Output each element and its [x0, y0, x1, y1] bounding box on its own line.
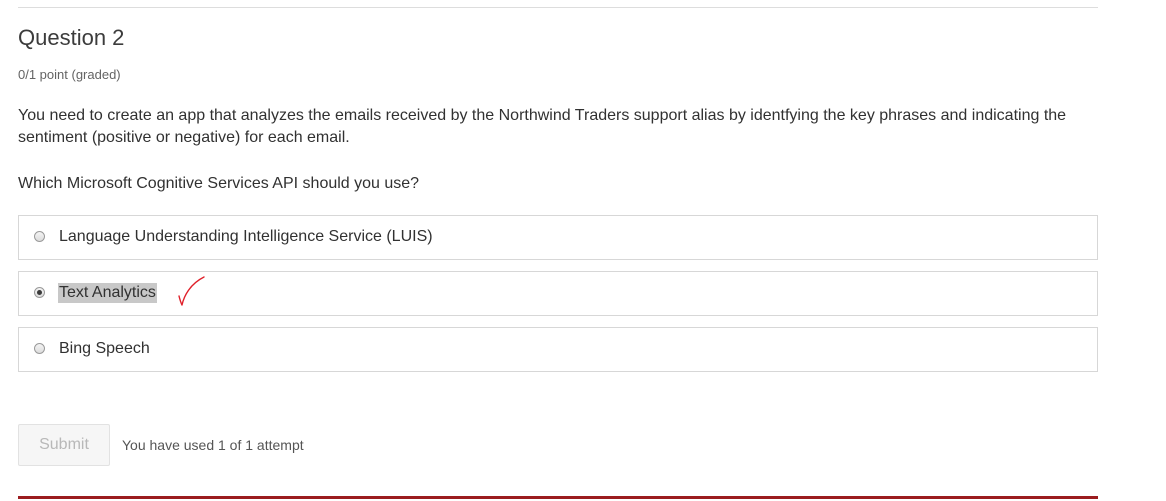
- checkmark-icon: [178, 276, 205, 306]
- option-text-analytics[interactable]: Text Analytics: [18, 271, 1098, 316]
- option-label: Text Analytics: [58, 283, 157, 303]
- option-label: Language Understanding Intelligence Serv…: [59, 228, 433, 245]
- radio-button-text-analytics[interactable]: [34, 287, 45, 298]
- bottom-divider: [18, 496, 1098, 499]
- grade-status: 0/1 point (graded): [18, 67, 121, 82]
- attempts-text: You have used 1 of 1 attempt: [122, 437, 304, 453]
- question-text: Which Microsoft Cognitive Services API s…: [18, 175, 420, 192]
- radio-button-luis[interactable]: [34, 231, 45, 242]
- option-luis[interactable]: Language Understanding Intelligence Serv…: [18, 215, 1098, 260]
- option-label: Bing Speech: [59, 340, 150, 357]
- option-bing-speech[interactable]: Bing Speech: [18, 327, 1098, 372]
- submit-button[interactable]: Submit: [18, 424, 110, 466]
- problem-title: Question 2: [18, 25, 125, 50]
- radio-button-bing-speech[interactable]: [34, 343, 45, 354]
- top-divider: [18, 7, 1098, 8]
- question-prompt: You need to create an app that analyzes …: [18, 107, 1067, 146]
